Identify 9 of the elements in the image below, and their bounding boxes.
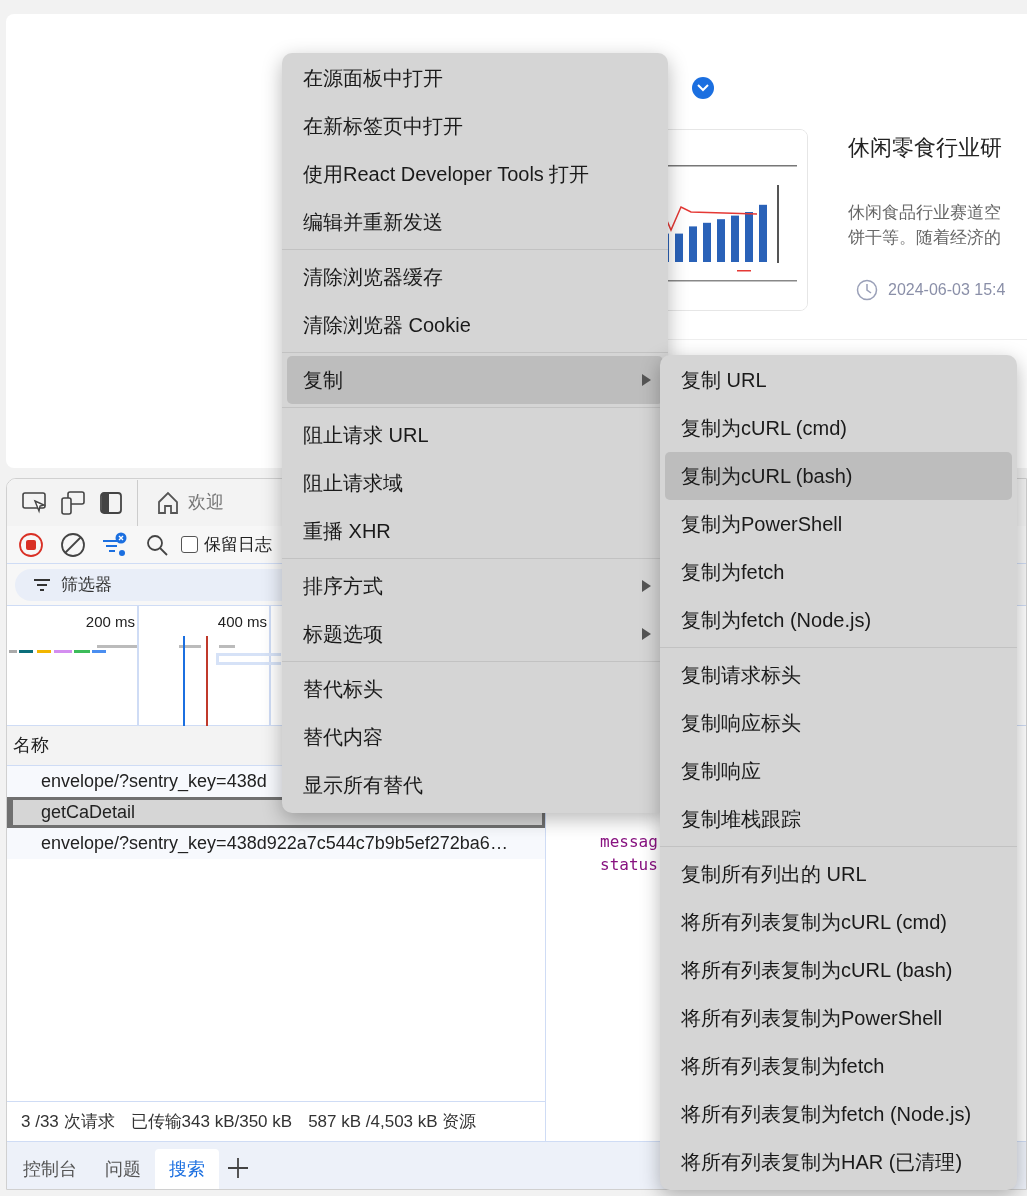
tick-label: 200 ms bbox=[85, 613, 135, 630]
status-text: 587 kB /4,503 kB 资源 bbox=[308, 1110, 477, 1133]
status-text: 3 /33 次请求 bbox=[21, 1110, 115, 1133]
tick-label: 400 ms bbox=[217, 613, 267, 630]
article-description: 休闲食品行业赛道空 饼干等。随着经济的 bbox=[848, 202, 1002, 249]
article-date: 2024-06-03 15:4 bbox=[888, 280, 1006, 300]
status-text: 已传输343 kB/350 kB bbox=[130, 1110, 293, 1133]
response-key: messag bbox=[600, 830, 658, 853]
response-key: status bbox=[600, 853, 658, 876]
